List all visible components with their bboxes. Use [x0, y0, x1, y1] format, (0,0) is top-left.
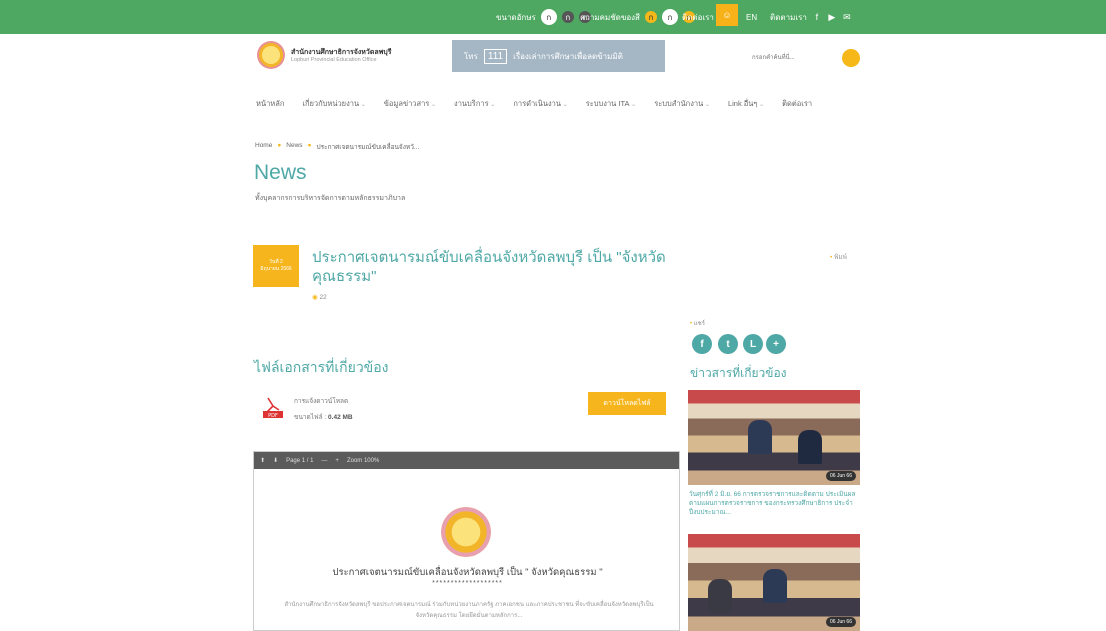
nav-about[interactable]: เกี่ยวกับหน่วยงาน — [302, 98, 365, 110]
breadcrumb-current: ประกาศเจตนารมณ์ขับเคลื่อนจังหวั... — [316, 144, 420, 151]
zoom-out-icon[interactable]: — — [321, 458, 327, 464]
nav-home[interactable]: หน้าหลัก — [256, 98, 284, 110]
org-subtitle: Lopburi Provincial Education Office — [291, 57, 377, 63]
breadcrumb-separator-icon: ● — [277, 142, 282, 149]
main-nav: หน้าหลัก เกี่ยวกับหน่วยงาน ข้อมูลข่าวสาร… — [256, 98, 812, 110]
nav-ita[interactable]: ระบบงาน ITA — [586, 98, 636, 110]
nav-contact[interactable]: ติดต่อเรา — [782, 98, 812, 110]
site-logo[interactable] — [257, 41, 285, 69]
page-subtitle: ทั้งบุคลากรการบริหารจัดการตามหลักธรรมาภิ… — [255, 195, 406, 202]
contrast-white-button[interactable]: ก — [661, 9, 678, 25]
font-size-label: ขนาดอักษร — [496, 12, 536, 22]
contact-label: ติดต่อเรา — [682, 12, 714, 22]
document-title: ประกาศเจตนารมณ์ขับเคลื่อนจังหวัดลพบุรี เ… — [332, 567, 603, 578]
language-label: EN — [746, 12, 758, 22]
related-news-image[interactable]: 06 Jun 66 — [688, 390, 860, 485]
date-day: วันที่ 2 — [269, 259, 283, 265]
view-count: ◉ 22 — [312, 293, 327, 301]
search-button[interactable] — [842, 49, 860, 67]
share-label-text: แชร์ — [693, 321, 705, 327]
print-label: พิมพ์ — [834, 254, 847, 261]
photo-person — [763, 569, 787, 603]
share-icon: • — [690, 321, 693, 327]
news-date-badge: 06 Jun 66 — [826, 471, 856, 481]
photo-person — [748, 420, 772, 454]
share-more-button[interactable]: + — [766, 334, 786, 354]
user-icon: ☺ — [716, 4, 738, 26]
document-logo — [441, 507, 491, 557]
breadcrumb-news[interactable]: News — [286, 142, 302, 152]
follow-us: ติดตามเรา f ▶ ✉ — [770, 8, 852, 26]
file-size-label: ขนาดไฟล์ : — [294, 414, 329, 421]
banner-prefix: โทร — [464, 51, 478, 61]
pdf-file-icon: PDF — [263, 397, 283, 418]
document-body: สำนักงานศึกษาธิการจังหวัดลพบุรี ขอประกาศ… — [284, 602, 654, 619]
hotline-banner[interactable]: โทร 111 เรื่องเล่าการศึกษาเพื่อลดข้ามมิต… — [452, 40, 665, 72]
file-name: การแจ้งดาวน์โหลด — [294, 398, 349, 405]
breadcrumb-separator-icon: ● — [307, 142, 312, 149]
eye-icon: ◉ — [312, 294, 318, 301]
youtube-icon[interactable]: ▶ — [827, 12, 837, 22]
pdf-viewer-toolbar: ⬆ ⬇ Page 1 / 1 — + Zoom 100% — [254, 452, 679, 469]
top-bar: ขนาดอักษร ก ก ก ความคมชัดของสี ก ก ก ติด… — [0, 0, 1106, 34]
photo-person — [708, 579, 732, 613]
share-line-button[interactable]: L — [743, 334, 763, 354]
file-size-value: 0.42 MB — [328, 414, 353, 421]
file-size: ขนาดไฟล์ : 0.42 MB — [294, 412, 353, 422]
related-news-title: ข่าวสารที่เกี่ยวข้อง — [690, 366, 787, 380]
news-date-badge: 06 Jun 66 — [826, 617, 856, 627]
document-divider: ******************* — [432, 580, 503, 587]
article-date-badge: วันที่ 2 มิถุนายน 2566 — [253, 245, 299, 287]
share-twitter-button[interactable]: t — [718, 334, 738, 354]
contact-link[interactable]: ติดต่อเรา — [682, 8, 714, 26]
contrast-yellow-button[interactable]: ก — [644, 11, 657, 23]
breadcrumb: Home ● News ● ประกาศเจตนารมณ์ขับเคลื่อนจ… — [255, 142, 419, 152]
article-title: ประกาศเจตนารมณ์ขับเคลื่อนจังหวัดลพบุรี เ… — [312, 249, 666, 285]
photo-person — [798, 430, 822, 464]
follow-label: ติดตามเรา — [770, 12, 807, 22]
view-count-value: 22 — [319, 294, 327, 301]
font-size-medium-button[interactable]: ก — [561, 11, 574, 23]
page-title: News — [254, 161, 307, 184]
related-news-caption[interactable]: วันศุกร์ที่ 2 มิ.ย. 66 การตรวจราชการและต… — [689, 490, 861, 517]
print-link[interactable]: • พิมพ์ — [830, 252, 847, 262]
breadcrumb-home[interactable]: Home — [255, 142, 272, 152]
nav-operations[interactable]: การดำเนินงาน — [513, 98, 567, 110]
download-button[interactable]: ดาวน์โหลดไฟล์ — [588, 392, 666, 415]
next-page-icon[interactable]: ⬇ — [273, 457, 278, 464]
related-files-title: ไฟล์เอกสารที่เกี่ยวข้อง — [254, 359, 389, 375]
nav-services[interactable]: งานบริการ — [454, 98, 495, 110]
zoom-level: Zoom 100% — [346, 457, 380, 464]
nav-links[interactable]: Link อื่นๆ — [728, 98, 764, 110]
font-size-small-button[interactable]: ก — [540, 9, 557, 25]
print-icon: • — [830, 254, 833, 261]
contrast-label: ความคมชัดของสี — [580, 12, 640, 22]
search-input[interactable] — [750, 52, 830, 64]
user-button[interactable]: ☺ — [716, 4, 738, 26]
mail-icon[interactable]: ✉ — [842, 12, 852, 22]
banner-text: เรื่องเล่าการศึกษาเพื่อลดข้ามมิติ — [513, 51, 623, 61]
date-month: มิถุนายน 2566 — [260, 266, 292, 272]
contrast-controls: ความคมชัดของสี ก ก ก — [580, 8, 695, 26]
banner-number: 111 — [483, 48, 508, 64]
svg-text:PDF: PDF — [268, 413, 278, 418]
nav-info[interactable]: ข้อมูลข่าวสาร — [384, 98, 436, 110]
font-size-controls: ขนาดอักษร ก ก ก — [496, 8, 591, 26]
facebook-icon[interactable]: f — [812, 12, 822, 22]
share-facebook-button[interactable]: f — [692, 334, 712, 354]
nav-office-systems[interactable]: ระบบสำนักงาน — [654, 98, 710, 110]
pdf-viewer[interactable]: ⬆ ⬇ Page 1 / 1 — + Zoom 100% ประกาศเจตนา… — [253, 451, 680, 631]
related-news-image[interactable]: 06 Jun 66 — [688, 534, 860, 631]
share-label: • แชร์ — [690, 318, 705, 328]
prev-page-icon[interactable]: ⬆ — [260, 457, 265, 464]
language-switch[interactable]: EN — [746, 8, 757, 26]
page-indicator: Page 1 / 1 — [286, 457, 314, 464]
zoom-in-icon[interactable]: + — [335, 458, 339, 464]
